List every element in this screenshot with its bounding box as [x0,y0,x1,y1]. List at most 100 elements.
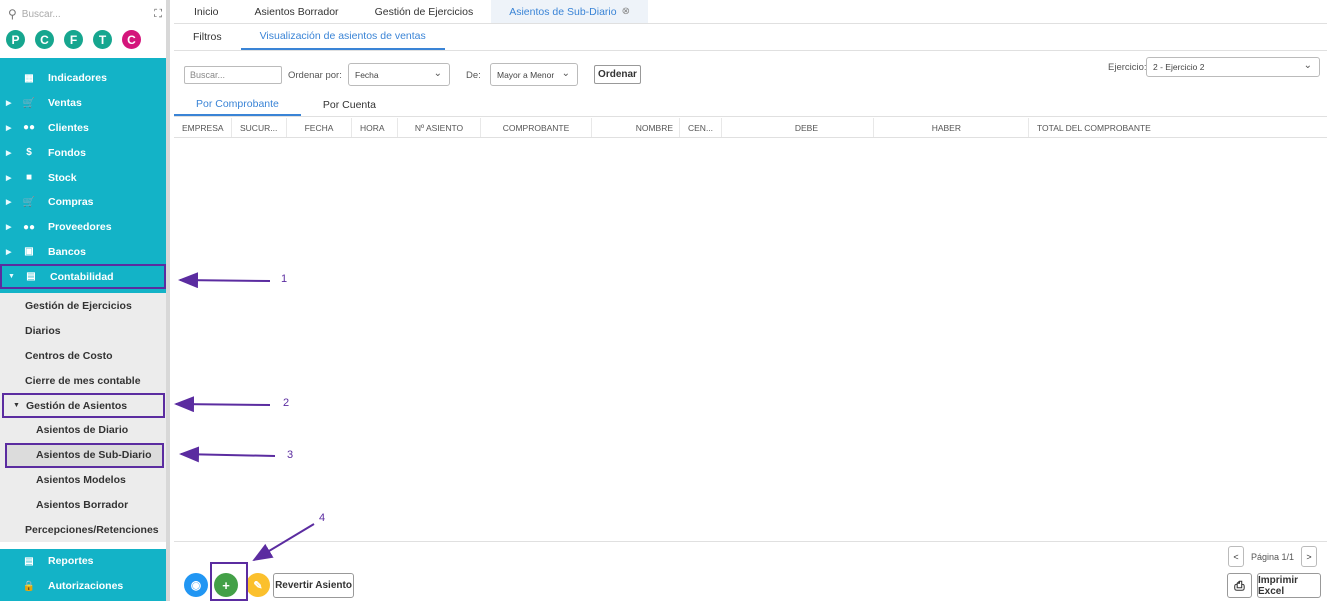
submenu-gestion-asientos[interactable]: ▼ Gestión de Asientos [2,393,165,418]
cart-icon: 🛒 [22,97,36,109]
sidebar-item-contabilidad[interactable]: ▼ ▤ Contabilidad [0,264,166,290]
submenu-cierre-mes[interactable]: Cierre de mes contable [0,368,166,393]
sidebar-item-label: Autorizaciones [48,580,124,593]
tab-por-comprobante[interactable]: Por Comprobante [174,94,301,116]
chevron-down-icon: ⌄ [433,68,442,79]
contabilidad-submenu: Gestión de Ejercicios Diarios Centros de… [0,293,166,542]
annotation-label: 3 [287,449,294,461]
ejercicio-label: Ejercicio: [1108,62,1147,73]
tab-gestion-ejercicios[interactable]: Gestión de Ejercicios [357,0,492,23]
print-button[interactable]: ⎙ [1227,573,1252,598]
tab-label: Asientos de Sub-Diario [509,5,617,18]
view-button[interactable]: ◉ [184,573,208,597]
sidebar-item-fondos[interactable]: ▶ $ Fondos [0,140,166,165]
annotation-label: 1 [281,273,288,285]
select-value: Mayor a Menor [497,69,555,80]
close-icon[interactable]: ⊗ [622,6,630,17]
submenu-gestion-ejercicios[interactable]: Gestión de Ejercicios [0,294,166,319]
sidebar-item-reportes[interactable]: ▤ Reportes [0,549,166,574]
ordenar-button[interactable]: Ordenar [594,65,641,84]
report-icon: ▤ [24,555,34,567]
select-value: 2 - Ejercicio 2 [1153,62,1205,72]
col-comprobante[interactable]: COMPROBANTE [481,118,592,137]
basket-icon: 🛒 [22,196,36,208]
plus-icon: + [222,577,230,593]
submenu-percepciones[interactable]: Percepciones/Retenciones [0,517,166,542]
ejercicio-select[interactable]: 2 - Ejercicio 2 ⌄ [1146,57,1320,77]
view-tabs: Por Comprobante Por Cuenta [174,94,1327,117]
people-icon: ●● [22,122,36,134]
sidebar-item-label: Fondos [48,146,86,159]
col-fecha[interactable]: FECHA [287,118,352,137]
submenu-asientos-diario[interactable]: Asientos de Diario [0,418,166,443]
submenu-diarios[interactable]: Diarios [0,319,166,344]
submenu-asientos-modelos[interactable]: Asientos Modelos [0,468,166,493]
tab-inicio[interactable]: Inicio [174,0,237,23]
submenu-asientos-borrador[interactable]: Asientos Borrador [0,492,166,517]
sidebar-item-label: Proveedores [48,221,112,234]
filter-bar: Buscar... Ordenar por: Fecha ⌄ De: Mayor… [174,57,1327,88]
col-sucursal[interactable]: SUCUR... [232,118,287,137]
col-hora[interactable]: HORA [352,118,398,137]
dashboard-icon: ▦ [24,72,34,84]
eye-icon: ◉ [190,578,202,592]
sidebar-item-indicadores[interactable]: ▦ Indicadores [0,66,166,91]
col-total[interactable]: TOTAL DEL COMPROBANTE [1029,118,1327,137]
tab-asientos-borrador[interactable]: Asientos Borrador [237,0,357,23]
tab-por-cuenta[interactable]: Por Cuenta [301,94,398,116]
dollar-icon: $ [26,147,32,159]
add-button[interactable]: + [214,573,238,597]
avatar[interactable]: C [35,30,54,49]
avatar[interactable]: C [122,30,141,49]
submenu-centros-costo[interactable]: Centros de Costo [0,344,166,369]
pagination: < Página 1/1 > [1227,546,1317,567]
main-content: Inicio Asientos Borrador Gestión de Ejer… [174,0,1327,601]
direction-select[interactable]: Mayor a Menor ⌄ [490,63,578,86]
imprimir-excel-button[interactable]: Imprimir Excel [1257,573,1321,598]
prev-page-button[interactable]: < [1227,546,1244,567]
search-icon: ⚲ [8,7,17,21]
expand-icon[interactable]: ⛶ [154,8,162,21]
submenu-asientos-subdiario[interactable]: Asientos de Sub-Diario [5,442,164,468]
sidebar: ⚲ Buscar... ⛶ P C F T C ▦ Indicadores ▶ 🛒… [0,0,170,601]
sidebar-item-bancos[interactable]: ▶ ▣ Bancos [0,240,166,265]
book-icon: ▤ [26,271,36,283]
col-haber[interactable]: HABER [874,118,1029,137]
bottom-menu: ▤ Reportes 🔒 Autorizaciones [0,549,166,601]
sidebar-item-autorizaciones[interactable]: 🔒 Autorizaciones [0,574,166,599]
search-input[interactable]: Buscar... [184,66,282,84]
order-by-label: Ordenar por: [288,70,342,81]
sidebar-item-proveedores[interactable]: ▶ ●● Proveedores [0,215,166,240]
col-nombre[interactable]: NOMBRE [592,118,680,137]
avatar[interactable]: F [64,30,83,49]
tab-asientos-subdiario[interactable]: Asientos de Sub-Diario ⊗ [491,0,648,23]
sidebar-item-label: Indicadores [48,72,107,85]
edit-button[interactable]: ✎ [246,573,270,597]
col-debe[interactable]: DEBE [722,118,874,137]
sidebar-item-stock[interactable]: ▶ ■ Stock [0,165,166,190]
submenu-label: Gestión de Asientos [25,399,128,412]
sidebar-item-clientes[interactable]: ▶ ●● Clientes [0,116,166,141]
next-page-button[interactable]: > [1301,546,1317,567]
tab-visualizacion[interactable]: Visualización de asientos de ventas [240,24,445,50]
avatar-row: P C F T C [6,30,141,49]
footer-bar: ◉ + ✎ Revertir Asiento < Página 1/1 > ⎙ … [174,541,1327,601]
briefcase-icon: ▣ [24,246,34,258]
annotation-label: 4 [319,512,326,524]
revertir-button[interactable]: Revertir Asiento [273,573,354,598]
col-empresa[interactable]: EMPRESA [174,118,232,137]
tab-filtros[interactable]: Filtros [174,24,241,50]
sidebar-item-ventas[interactable]: ▶ 🛒 Ventas [0,91,166,116]
printer-icon: ⎙ [1234,577,1245,593]
avatar[interactable]: P [6,30,25,49]
col-nro-asiento[interactable]: Nº ASIENTO [398,118,481,137]
sidebar-item-label: Reportes [48,555,94,568]
sidebar-search[interactable]: ⚲ Buscar... ⛶ [0,0,170,28]
chevron-left-icon: < [1233,551,1239,562]
pencil-icon: ✎ [253,579,263,592]
sidebar-item-compras[interactable]: ▶ 🛒 Compras [0,190,166,215]
order-by-select[interactable]: Fecha ⌄ [348,63,450,86]
avatar[interactable]: T [93,30,112,49]
col-centro[interactable]: CEN... [680,118,722,137]
sidebar-search-input[interactable]: Buscar... [22,9,155,20]
